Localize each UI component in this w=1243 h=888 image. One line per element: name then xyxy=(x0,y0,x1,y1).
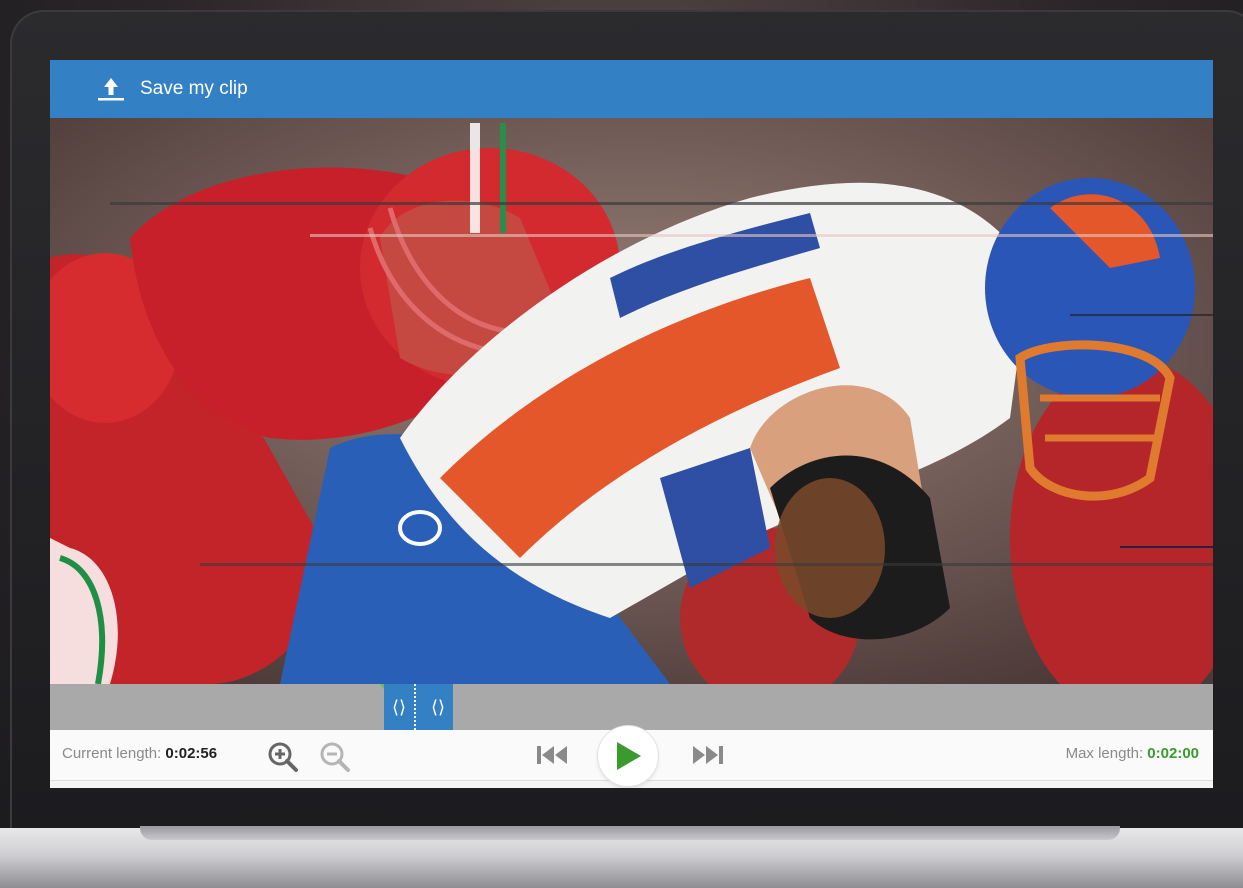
playback-controls: Current length: 0:02:56 Max length: 0:02… xyxy=(50,726,1213,786)
save-clip-button[interactable]: Save my clip xyxy=(96,76,248,102)
current-length-value: 0:02:56 xyxy=(165,745,218,762)
save-clip-label: Save my clip xyxy=(140,78,248,99)
max-length-value: 0:02:00 xyxy=(1147,745,1199,762)
skip-forward-icon xyxy=(693,746,723,764)
play-icon xyxy=(617,742,641,770)
zoom-out-icon xyxy=(320,742,350,772)
skip-back-icon xyxy=(537,746,567,764)
skip-back-button[interactable] xyxy=(536,743,568,772)
laptop-notch xyxy=(140,826,1120,840)
zoom-out-button[interactable] xyxy=(318,740,352,779)
video-preview[interactable] xyxy=(50,118,1213,684)
trim-end-handle[interactable]: ⟨⟩ xyxy=(423,684,453,730)
clip-timeline[interactable]: ⟨⟩ ⟨⟩ xyxy=(50,684,1213,730)
trim-start-glyph: ⟨⟩ xyxy=(391,696,407,718)
skip-forward-button[interactable] xyxy=(692,743,724,772)
video-frame xyxy=(50,118,1213,684)
max-length-label: Max length: xyxy=(1065,745,1144,762)
trim-start-handle[interactable]: ⟨⟩ xyxy=(384,684,414,730)
upload-icon xyxy=(98,78,124,101)
stage: Save my clip ⟨⟩ ⟨⟩ Current length: 0:02:… xyxy=(0,0,1243,888)
trim-end-glyph: ⟨⟩ xyxy=(430,696,446,718)
app-screen: Save my clip ⟨⟩ ⟨⟩ Current length: 0:02:… xyxy=(50,60,1213,788)
current-length-label: Current length: xyxy=(62,745,162,762)
max-length: Max length: 0:02:00 xyxy=(1066,745,1199,762)
play-button[interactable] xyxy=(598,726,658,786)
zoom-in-button[interactable] xyxy=(266,740,300,779)
current-length: Current length: 0:02:56 xyxy=(62,745,217,762)
top-toolbar: Save my clip xyxy=(50,60,1213,118)
zoom-in-icon xyxy=(268,742,298,772)
